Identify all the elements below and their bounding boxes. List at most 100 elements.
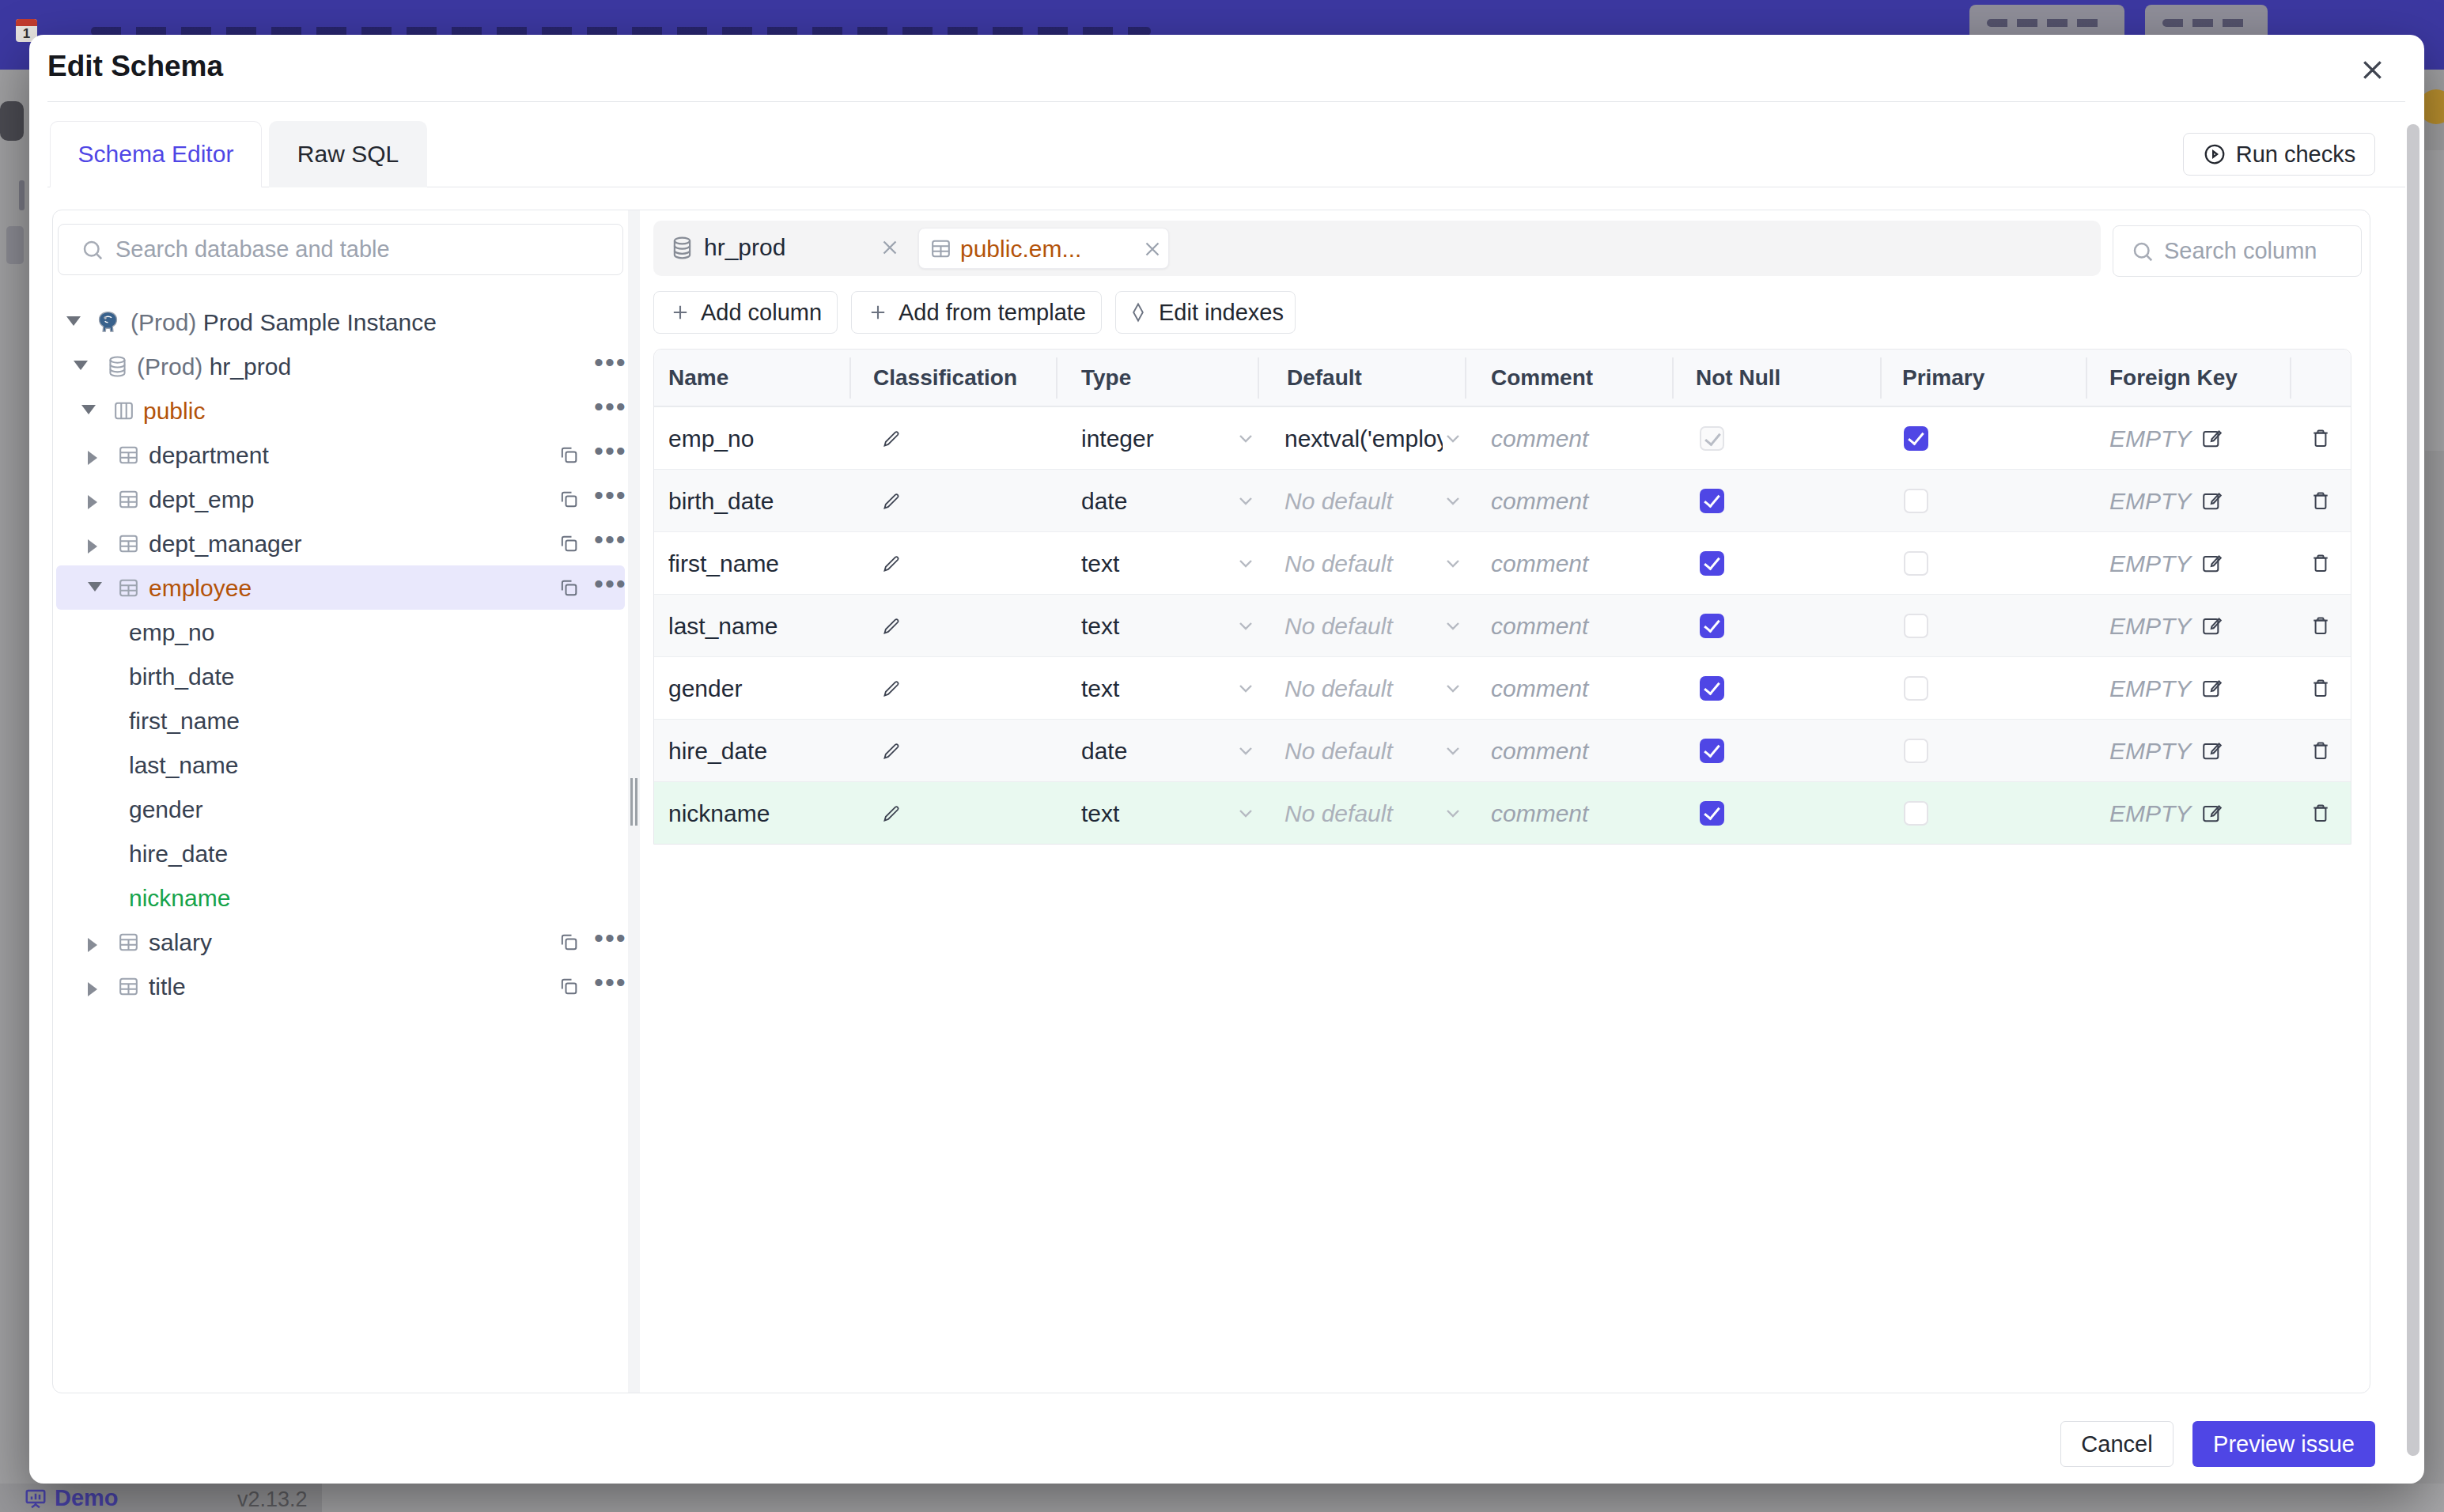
tab-schema-editor[interactable]: Schema Editor — [50, 121, 262, 187]
not-null-checkbox[interactable] — [1700, 676, 1724, 701]
preview-issue-button[interactable]: Preview issue — [2192, 1421, 2375, 1467]
primary-checkbox[interactable] — [1904, 614, 1928, 638]
copy-icon[interactable] — [558, 975, 580, 997]
chevron-down-icon[interactable] — [1236, 493, 1255, 508]
column-name[interactable]: hire_date — [668, 720, 767, 782]
not-null-checkbox[interactable] — [1700, 489, 1724, 513]
run-checks-button[interactable]: Run checks — [2183, 133, 2375, 176]
pane-splitter[interactable] — [628, 210, 640, 1393]
tree-item-last-name[interactable]: last_name — [56, 743, 625, 787]
column-type[interactable]: text — [1081, 782, 1119, 845]
chevron-down-icon[interactable] — [1236, 555, 1255, 571]
column-default[interactable]: No default — [1284, 720, 1443, 782]
add-from-template-button[interactable]: Add from template — [851, 291, 1102, 334]
not-null-checkbox[interactable] — [1700, 551, 1724, 576]
primary-checkbox[interactable] — [1904, 676, 1928, 701]
chevron-down-icon[interactable] — [1443, 805, 1462, 821]
edit-classification-icon[interactable] — [881, 490, 902, 512]
foreign-key-cell[interactable]: EMPTY — [2109, 657, 2223, 720]
chevron-down-icon[interactable] — [88, 582, 102, 592]
chevron-down-icon[interactable] — [74, 361, 88, 370]
database-search[interactable] — [58, 224, 623, 275]
chevron-right-icon[interactable] — [88, 938, 97, 952]
chevron-right-icon[interactable] — [88, 495, 97, 509]
delete-row-icon[interactable] — [2310, 739, 2332, 762]
delete-row-icon[interactable] — [2310, 802, 2332, 824]
not-null-checkbox[interactable] — [1700, 614, 1724, 638]
delete-row-icon[interactable] — [2310, 552, 2332, 574]
column-search-input[interactable] — [2164, 238, 2361, 264]
tree-item-title[interactable]: title ••• — [56, 964, 625, 1008]
more-menu-icon[interactable]: ••• — [594, 524, 627, 555]
column-name[interactable]: birth_date — [668, 470, 774, 532]
column-name[interactable]: nickname — [668, 782, 770, 845]
column-comment[interactable]: comment — [1491, 470, 1588, 532]
column-type[interactable]: text — [1081, 532, 1119, 595]
tree-item-nickname[interactable]: nickname — [56, 875, 625, 920]
chevron-down-icon[interactable] — [1443, 493, 1462, 508]
edit-classification-icon[interactable] — [881, 803, 902, 824]
column-comment[interactable]: comment — [1491, 720, 1588, 782]
tree-item-salary[interactable]: salary ••• — [56, 920, 625, 964]
column-name[interactable]: last_name — [668, 595, 777, 657]
more-menu-icon[interactable]: ••• — [594, 480, 627, 511]
column-type[interactable]: date — [1081, 720, 1127, 782]
chip-public-employee[interactable]: public.em... — [918, 228, 1169, 269]
delete-row-icon[interactable] — [2310, 614, 2332, 637]
column-comment[interactable]: comment — [1491, 782, 1588, 845]
delete-row-icon[interactable] — [2310, 490, 2332, 512]
delete-row-icon[interactable] — [2310, 677, 2332, 699]
add-column-button[interactable]: Add column — [653, 291, 838, 334]
tree-item-department[interactable]: department ••• — [56, 433, 625, 477]
tree-item-gender[interactable]: gender — [56, 787, 625, 831]
chevron-down-icon[interactable] — [66, 316, 81, 326]
foreign-key-cell[interactable]: EMPTY — [2109, 782, 2223, 845]
tree-item-dept-manager[interactable]: dept_manager ••• — [56, 521, 625, 565]
column-name[interactable]: emp_no — [668, 407, 754, 470]
column-type[interactable]: date — [1081, 470, 1127, 532]
more-menu-icon[interactable]: ••• — [594, 569, 627, 599]
column-comment[interactable]: comment — [1491, 657, 1588, 720]
demo-link[interactable]: Demo — [24, 1485, 119, 1511]
chevron-down-icon[interactable] — [1443, 618, 1462, 633]
copy-icon[interactable] — [558, 444, 580, 466]
foreign-key-cell[interactable]: EMPTY — [2109, 470, 2223, 532]
column-default[interactable]: No default — [1284, 470, 1443, 532]
cancel-button[interactable]: Cancel — [2060, 1421, 2173, 1467]
foreign-key-cell[interactable]: EMPTY — [2109, 720, 2223, 782]
tree-item-first-name[interactable]: first_name — [56, 698, 625, 743]
database-search-input[interactable] — [115, 236, 622, 263]
tree-item-instance[interactable]: (Prod) Prod Sample Instance — [56, 300, 625, 344]
chevron-down-icon[interactable] — [1443, 555, 1462, 571]
column-name[interactable]: gender — [668, 657, 742, 720]
tab-raw-sql[interactable]: Raw SQL — [269, 121, 427, 187]
chevron-down-icon[interactable] — [1236, 743, 1255, 758]
not-null-checkbox[interactable] — [1700, 801, 1724, 826]
tree-item-emp-no[interactable]: emp_no — [56, 610, 625, 654]
primary-checkbox[interactable] — [1904, 739, 1928, 763]
chevron-down-icon[interactable] — [1443, 680, 1462, 696]
not-null-checkbox[interactable] — [1700, 426, 1724, 451]
delete-row-icon[interactable] — [2310, 427, 2332, 449]
more-menu-icon[interactable]: ••• — [594, 967, 627, 998]
chevron-down-icon[interactable] — [1236, 805, 1255, 821]
chip-hr-prod[interactable]: hr_prod — [704, 234, 785, 261]
tree-item-employee[interactable]: employee ••• — [56, 565, 625, 610]
column-search[interactable] — [2113, 225, 2362, 277]
chevron-right-icon[interactable] — [88, 982, 97, 996]
chevron-right-icon[interactable] — [88, 539, 97, 554]
primary-checkbox[interactable] — [1904, 426, 1928, 451]
edit-classification-icon[interactable] — [881, 740, 902, 762]
column-comment[interactable]: comment — [1491, 532, 1588, 595]
more-menu-icon[interactable]: ••• — [594, 391, 627, 422]
edit-classification-icon[interactable] — [881, 678, 902, 699]
edit-indexes-button[interactable]: Edit indexes — [1115, 291, 1296, 334]
column-default[interactable]: No default — [1284, 782, 1443, 845]
more-menu-icon[interactable]: ••• — [594, 436, 627, 467]
column-type[interactable]: text — [1081, 595, 1119, 657]
chevron-right-icon[interactable] — [88, 451, 97, 465]
copy-icon[interactable] — [558, 576, 580, 599]
close-icon[interactable] — [878, 236, 903, 261]
tree-item-dept-emp[interactable]: dept_emp ••• — [56, 477, 625, 521]
edit-classification-icon[interactable] — [881, 428, 902, 449]
